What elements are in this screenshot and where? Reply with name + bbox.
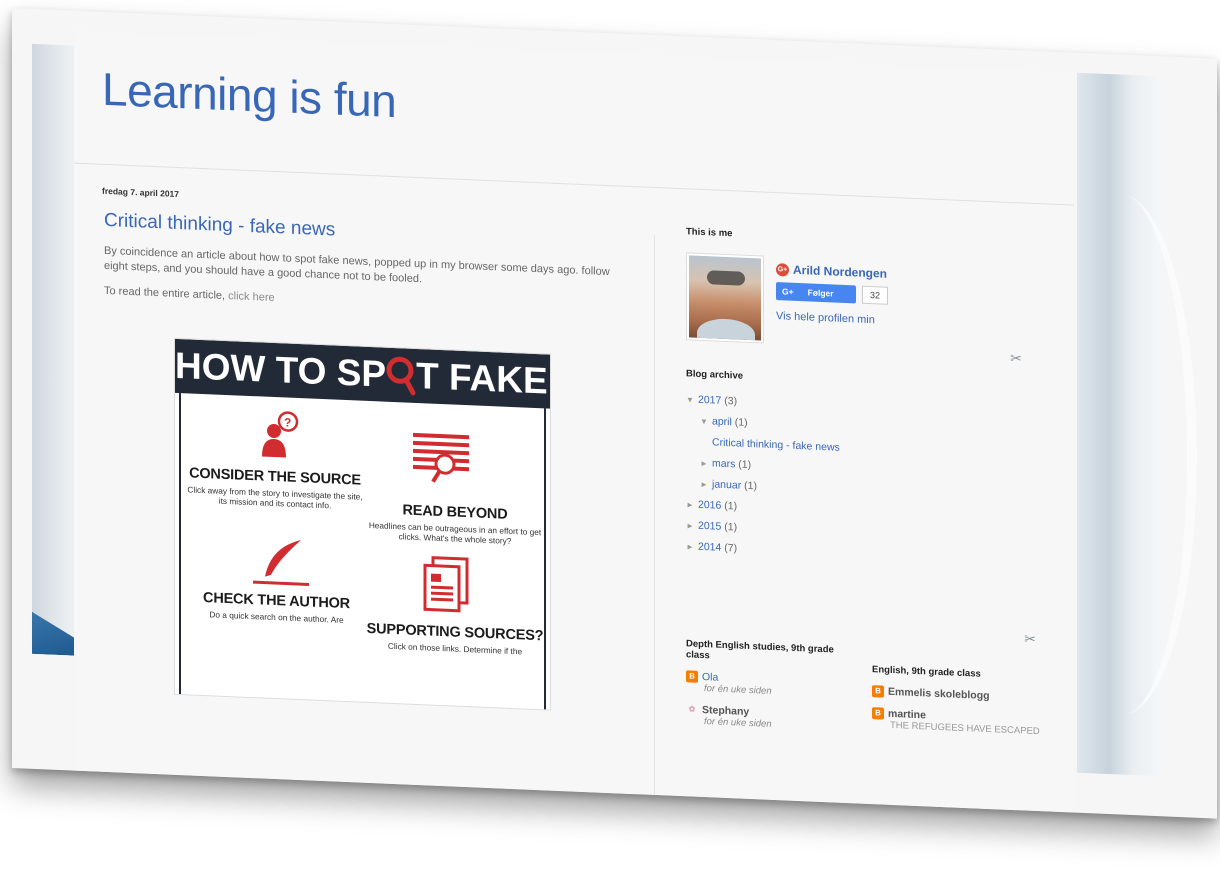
triangle-down-icon[interactable]: ▼ <box>686 395 698 405</box>
archive-count: (1) <box>724 499 738 513</box>
wrench-screwdriver-icon[interactable]: ✂ <box>1022 630 1038 647</box>
archive-label[interactable]: 2017 <box>698 394 721 407</box>
fake-news-infographic[interactable]: HOW TO SP T FAKE NEWS ? <box>174 337 551 711</box>
profile-photo-image <box>689 255 761 341</box>
archive-count: (1) <box>734 416 748 429</box>
blog-name-link[interactable]: Ola <box>702 671 718 684</box>
blog-updated: for én uke siden <box>704 683 772 698</box>
archive-label[interactable]: 2016 <box>698 499 721 512</box>
sidebar: This is me G+ Arild Nordengen G+ Følger 32… <box>686 226 1040 738</box>
blog-latest-post: THE REFUGEES HAVE ESCAPED <box>890 720 1040 738</box>
triangle-right-icon[interactable]: ► <box>700 459 712 469</box>
archive-count: (3) <box>724 394 738 408</box>
read-more-prefix: To read the entire article, <box>104 284 226 302</box>
post-title-link[interactable]: Critical thinking - fake news <box>104 210 335 242</box>
newspaper-lines-icon <box>413 432 469 483</box>
screenshot-stage: Learning is fun fredag 7. april 2017 Cri… <box>0 0 1220 895</box>
bloglist-item[interactable]: B Ola for én uke siden <box>686 670 856 700</box>
archive-label[interactable]: april <box>712 415 732 428</box>
archive-label[interactable]: 2014 <box>698 541 721 554</box>
blog-name-link[interactable]: Emmelis skoleblogg <box>888 686 990 702</box>
view-full-profile-link[interactable]: Vis hele profilen min <box>776 310 875 326</box>
card-read-beyond: READ BEYOND Headlines can be outrageous … <box>365 501 545 548</box>
follow-label: Følger <box>807 287 834 299</box>
gplus-label: G+ <box>782 286 794 297</box>
card-check-author: CHECK THE AUTHOR Do a quick search on th… <box>189 589 364 625</box>
sidebar-divider <box>654 234 655 796</box>
follower-count: 32 <box>862 285 888 305</box>
blog-updated: for én uke siden <box>704 716 772 731</box>
archive-count: (1) <box>724 520 738 534</box>
background-right-panel <box>1047 72 1197 777</box>
blogger-icon: B <box>686 670 698 684</box>
post-body: By coincidence an article about how to s… <box>104 244 624 331</box>
browser-page: Learning is fun fredag 7. april 2017 Cri… <box>12 8 1217 819</box>
documents-icon <box>423 556 469 613</box>
banner-text-end: T FAKE NEWS <box>416 354 551 407</box>
blogger-icon: B <box>872 685 884 698</box>
archive-list: ▼ 2017 (3) ▼ april (1) Critical thinking -… <box>686 393 1016 566</box>
archive-item-2016[interactable]: ► 2016 (1) <box>686 498 1016 524</box>
archive-item-januar[interactable]: ► januar (1) <box>686 477 1016 503</box>
header-divider <box>74 162 1074 206</box>
profile-name-text: Arild Nordengen <box>793 262 888 281</box>
banner-text-start: HOW TO SP <box>175 344 387 395</box>
triangle-right-icon[interactable]: ► <box>700 480 712 490</box>
archive-count: (1) <box>738 458 752 472</box>
archive-item-2015[interactable]: ► 2015 (1) <box>686 519 1016 545</box>
post-date: fredag 7. april 2017 <box>102 185 180 200</box>
bloglist-depth-english: Depth English studies, 9th grade class B… <box>686 638 856 734</box>
bloglist-heading: English, 9th grade class <box>872 664 981 680</box>
card-desc: Headlines can be outrageous in an effort… <box>368 519 542 546</box>
archive-item-2014[interactable]: ► 2014 (7) <box>686 540 1016 566</box>
archive-item-2017[interactable]: ▼ 2017 (3) <box>686 393 1016 419</box>
bloglist-item[interactable]: B Emmelis skoleblogg <box>872 685 1042 704</box>
quill-pen-icon <box>253 540 309 586</box>
infographic-body: ? CONSIDER THE SOURCE Click away from th… <box>179 393 546 710</box>
archive-post-link[interactable]: Critical thinking - fake news <box>686 435 1016 461</box>
flower-icon: ✿ <box>688 704 696 715</box>
follow-button[interactable]: G+ Følger <box>776 282 856 304</box>
svg-text:?: ? <box>284 415 291 429</box>
card-supporting-sources: SUPPORTING SOURCES? Click on those links… <box>365 621 545 658</box>
triangle-right-icon[interactable]: ► <box>686 521 698 531</box>
triangle-down-icon[interactable]: ▼ <box>700 417 712 427</box>
triangle-right-icon[interactable]: ► <box>686 500 698 510</box>
archive-label[interactable]: mars <box>712 457 735 470</box>
wrench-screwdriver-icon[interactable]: ✂ <box>1008 350 1024 367</box>
card-consider-source: CONSIDER THE SOURCE Click away from the … <box>185 465 365 512</box>
archive-label[interactable]: januar <box>712 478 741 491</box>
blog-title[interactable]: Learning is fun <box>102 62 396 128</box>
blog-archive: Blog archive ▼ 2017 (3) ▼ april (1) Critic… <box>686 368 1016 575</box>
background-blue-wedge <box>32 594 74 656</box>
blog-content: Learning is fun fredag 7. april 2017 Cri… <box>74 30 1074 813</box>
archive-count: (1) <box>744 479 757 493</box>
archive-item-april[interactable]: ▼ april (1) <box>686 414 1016 440</box>
archive-label[interactable]: 2015 <box>698 520 721 533</box>
click-here-link[interactable]: click here <box>228 290 274 304</box>
card-desc: Click away from the story to investigate… <box>187 484 363 511</box>
bloglist-item[interactable]: Bmartine THE REFUGEES HAVE ESCAPED <box>872 707 1042 738</box>
archive-item-mars[interactable]: ► mars (1) <box>686 456 1016 482</box>
bloglist-heading: Depth English studies, 9th grade class <box>686 638 834 662</box>
background-left-panel <box>32 43 74 656</box>
bloglist-item[interactable]: ✿ Stephany for én uke siden <box>686 704 856 734</box>
google-plus-icon: G+ <box>776 263 789 277</box>
archive-count: (7) <box>724 541 738 555</box>
triangle-right-icon[interactable]: ► <box>686 542 698 552</box>
profile-heading: This is me <box>686 226 733 240</box>
profile-name-link[interactable]: G+ Arild Nordengen <box>776 262 887 281</box>
archive-heading: Blog archive <box>686 368 744 382</box>
magnifier-icon <box>386 356 416 396</box>
profile-photo[interactable] <box>686 252 764 344</box>
archive-label[interactable]: Critical thinking - fake news <box>712 436 840 453</box>
blogger-icon: B <box>872 707 884 721</box>
person-question-icon: ? <box>262 411 299 458</box>
bloglist-english: English, 9th grade class B Emmelis skoleb… <box>872 646 1042 738</box>
